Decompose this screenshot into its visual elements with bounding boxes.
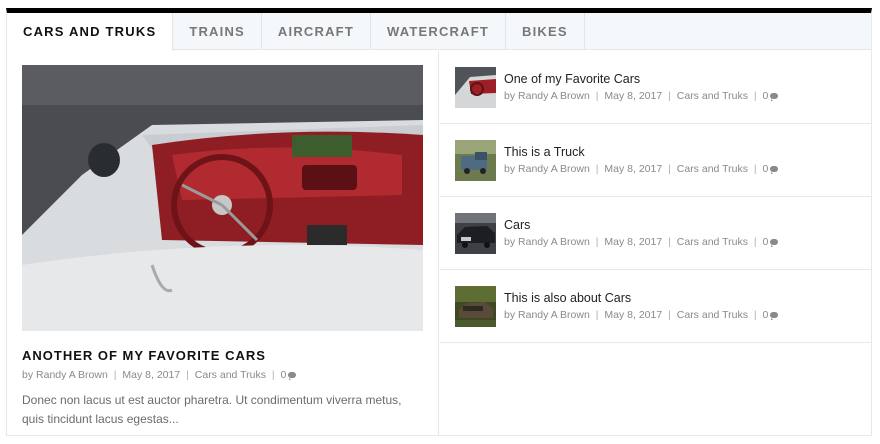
by-label: by	[504, 309, 516, 321]
post-date: May 8, 2017	[604, 236, 663, 248]
author-link[interactable]: Randy A Brown	[518, 236, 590, 248]
featured-image[interactable]	[22, 65, 423, 331]
list-item: This is a Truck by Randy A Brown | May 8…	[440, 124, 871, 197]
post-thumbnail[interactable]	[455, 213, 496, 254]
comment-icon	[770, 312, 779, 320]
comment-count: 0	[762, 163, 769, 175]
separator: |	[753, 90, 757, 102]
separator: |	[595, 236, 599, 248]
separator: |	[668, 163, 671, 175]
separator: |	[668, 309, 671, 321]
by-label: by	[504, 236, 516, 248]
by-label: by	[504, 163, 516, 175]
separator: |	[668, 90, 671, 102]
post-thumbnail[interactable]	[455, 140, 496, 181]
separator: |	[595, 309, 599, 321]
separator: |	[753, 236, 757, 248]
author-link[interactable]: Randy A Brown	[518, 309, 590, 321]
list-item: Cars by Randy A Brown | May 8, 2017 | Ca…	[440, 197, 871, 270]
author-link[interactable]: Randy A Brown	[518, 90, 590, 102]
separator: |	[753, 309, 757, 321]
post-date: May 8, 2017	[604, 163, 663, 175]
comment-icon	[770, 239, 779, 247]
author-link[interactable]: Randy A Brown	[518, 163, 590, 175]
post-title[interactable]: Cars	[504, 218, 530, 232]
by-label: by	[22, 369, 34, 381]
comment-count: 0	[762, 236, 769, 248]
recent-posts-list: One of my Favorite Cars by Randy A Brown…	[440, 51, 871, 435]
separator: |	[186, 369, 189, 381]
comments-link[interactable]: 0	[763, 309, 779, 321]
comments-link[interactable]: 0	[763, 90, 779, 102]
tab-cars-and-truks[interactable]: Cars and Truks	[7, 13, 174, 51]
post-date: May 8, 2017	[604, 90, 663, 102]
post-title[interactable]: This is also about Cars	[504, 291, 631, 305]
post-title[interactable]: This is a Truck	[504, 145, 585, 159]
category-link[interactable]: Cars and Truks	[195, 369, 266, 381]
post-meta: by Randy A Brown | May 8, 2017 | Cars an…	[504, 163, 779, 175]
separator: |	[113, 369, 117, 381]
list-item: This is also about Cars by Randy A Brown…	[440, 270, 871, 343]
comment-icon	[288, 372, 297, 380]
convertible-car-photo	[22, 65, 423, 331]
truck-thumbnail	[455, 140, 496, 181]
category-link[interactable]: Cars and Truks	[677, 236, 748, 248]
author-link[interactable]: Randy A Brown	[36, 369, 108, 381]
featured-post-meta: by Randy A Brown | May 8, 2017 | Cars an…	[22, 369, 297, 381]
tab-watercraft[interactable]: Watercraft	[371, 13, 506, 50]
comment-icon	[770, 93, 779, 101]
post-meta: by Randy A Brown | May 8, 2017 | Cars an…	[504, 309, 779, 321]
category-link[interactable]: Cars and Truks	[677, 309, 748, 321]
category-link[interactable]: Cars and Truks	[677, 163, 748, 175]
comment-count: 0	[280, 369, 287, 381]
comments-link[interactable]: 0	[281, 369, 297, 381]
featured-post-excerpt: Donec non lacus ut est auctor pharetra. …	[22, 393, 402, 426]
comment-count: 0	[762, 309, 769, 321]
tab-aircraft[interactable]: Aircraft	[262, 13, 371, 50]
comments-link[interactable]: 0	[763, 163, 779, 175]
category-tabs: Cars and Truks Trains Aircraft Watercraf…	[7, 13, 871, 51]
tab-trains[interactable]: Trains	[173, 13, 262, 50]
separator: |	[668, 236, 671, 248]
post-meta: by Randy A Brown | May 8, 2017 | Cars an…	[504, 90, 779, 102]
comments-link[interactable]: 0	[763, 236, 779, 248]
separator: |	[595, 163, 599, 175]
separator: |	[271, 369, 275, 381]
post-thumbnail[interactable]	[455, 286, 496, 327]
comment-count: 0	[762, 90, 769, 102]
post-meta: by Randy A Brown | May 8, 2017 | Cars an…	[504, 236, 779, 248]
abandoned-car-thumbnail	[455, 286, 496, 327]
post-date: May 8, 2017	[604, 309, 663, 321]
post-thumbnail[interactable]	[455, 67, 496, 108]
post-date: May 8, 2017	[122, 369, 181, 381]
tab-bikes[interactable]: Bikes	[506, 13, 585, 50]
comment-icon	[770, 166, 779, 174]
category-link[interactable]: Cars and Truks	[677, 90, 748, 102]
tabbed-posts-widget: Cars and Truks Trains Aircraft Watercraf…	[6, 8, 872, 436]
separator: |	[595, 90, 599, 102]
car-thumbnail	[455, 213, 496, 254]
red-car-thumbnail	[455, 67, 496, 108]
separator: |	[753, 163, 757, 175]
featured-post-title[interactable]: Another of my Favorite Cars	[22, 348, 266, 363]
by-label: by	[504, 90, 516, 102]
list-item: One of my Favorite Cars by Randy A Brown…	[440, 51, 871, 124]
featured-post: Another of my Favorite Cars by Randy A B…	[7, 51, 439, 435]
post-title[interactable]: One of my Favorite Cars	[504, 72, 640, 86]
